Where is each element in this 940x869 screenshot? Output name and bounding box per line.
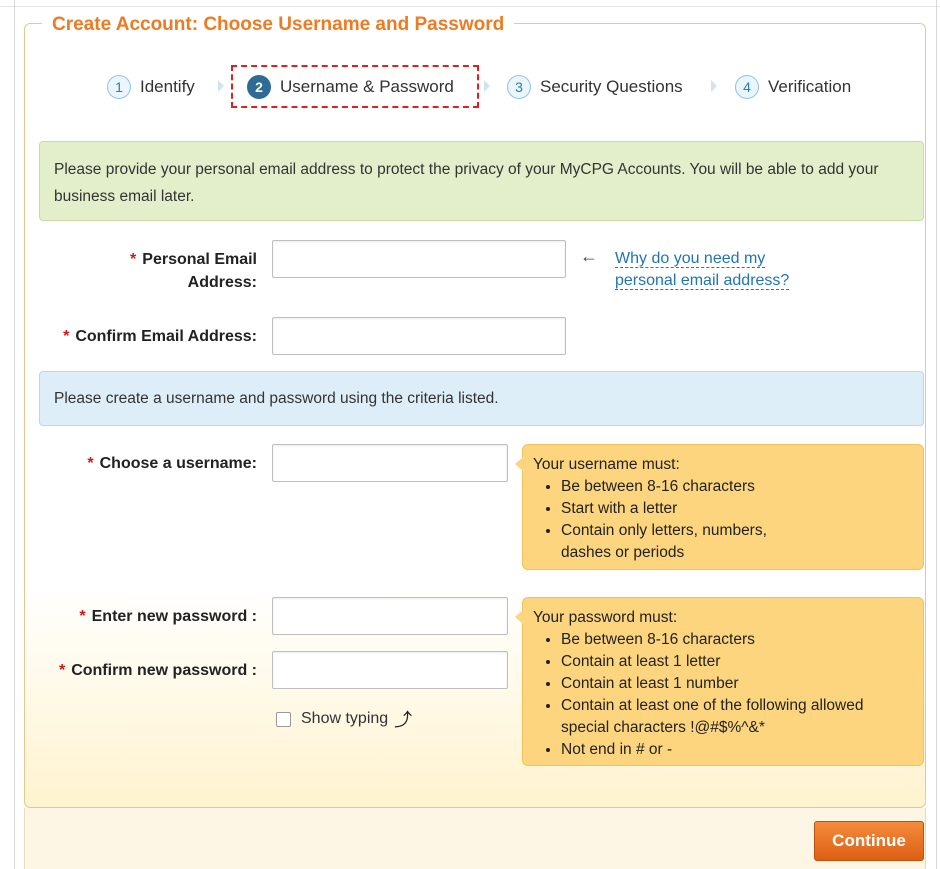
panel-footer [24,808,926,869]
tip-heading: Your password must: [533,609,678,626]
step-identify: 1 Identify [107,72,195,102]
step-separator-icon [711,80,717,92]
tip-item: Start with a letter [561,498,913,520]
confirm-password-input[interactable] [272,651,508,689]
step-label: Identify [140,77,195,96]
required-marker: * [130,251,137,268]
required-marker: * [58,662,66,679]
username-label: * Choose a username: [87,455,257,472]
required-marker: * [63,328,70,345]
step-label: Security Questions [540,77,683,96]
step-security-questions: 3 Security Questions [507,72,683,102]
required-marker: * [79,608,86,625]
step-number: 1 [107,75,131,99]
step-number: 4 [735,75,759,99]
confirm-email-label: * Confirm Email Address: [63,328,257,345]
window-left-edge [14,0,15,869]
active-step-highlight [231,65,479,108]
tip-item: Contain only letters, numbers, dashes or… [561,520,821,564]
step-number: 3 [507,75,531,99]
show-typing-label: Show typing [301,710,389,727]
required-marker: * [87,455,94,472]
tip-item: Contain at least 1 letter [561,651,913,673]
username-requirements-tip: Your username must: Be between 8-16 char… [515,444,924,570]
show-typing-checkbox[interactable] [276,711,291,727]
window-right-edge [936,0,937,869]
step-verification: 4 Verification [735,72,851,102]
show-typing-toggle[interactable]: Show typing ⤴ [276,706,412,732]
personal-email-label: * Personal Email Address: [130,251,257,291]
new-password-input[interactable] [272,597,508,635]
continue-button[interactable]: Continue [814,821,924,861]
curved-arrow-icon: ⤴ [394,710,413,730]
confirm-email-input[interactable] [272,317,566,355]
tip-item: Contain at least 1 number [561,673,913,695]
password-requirements-tip: Your password must: Be between 8-16 char… [515,597,924,766]
page-title: Create Account: Choose Username and Pass… [42,12,515,38]
left-arrow-icon: ← [580,246,598,266]
username-input[interactable] [272,444,508,482]
why-email-link[interactable]: Why do you need my personal email addres… [615,248,815,292]
tip-heading: Your username must: [533,456,680,473]
new-password-label: * Enter new password : [79,608,257,625]
personal-email-input[interactable] [272,240,566,278]
step-separator-icon [218,80,224,92]
step-separator-icon [484,80,490,92]
email-notice: Please provide your personal email addre… [39,141,924,221]
confirm-password-label: * Confirm new password : [58,662,257,679]
credentials-notice: Please create a username and password us… [39,371,924,426]
window-top-edge [0,6,940,7]
step-label: Verification [768,77,852,96]
tip-item: Be between 8-16 characters [561,629,913,651]
tip-item: Contain at least one of the following al… [561,695,913,739]
tip-item: Be between 8-16 characters [561,476,913,498]
tip-item: Not end in # or - [561,739,913,761]
